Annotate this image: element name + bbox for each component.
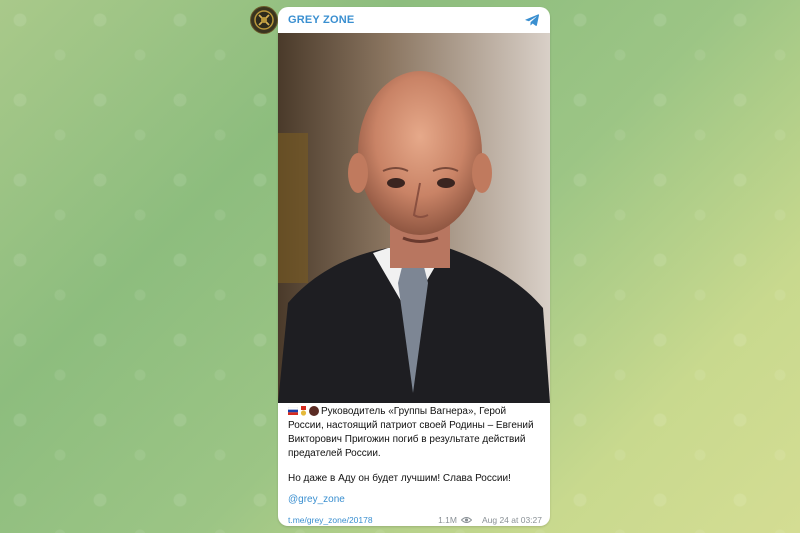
medal-icon: [300, 406, 307, 416]
post-footer: t.me/grey_zone/20178 1.1M Aug 24 at 03:2…: [288, 514, 542, 526]
view-count: 1.1M: [438, 515, 457, 525]
eye-icon: [460, 517, 472, 523]
wagner-badge-icon: [254, 10, 274, 30]
wagner-emblem-icon: [309, 406, 319, 417]
post-paragraph-2: Но даже в Аду он будет лучшим! Слава Рос…: [288, 473, 511, 484]
post-text: Руководитель «Группы Вагнера», Герой Рос…: [288, 405, 544, 486]
post-text-line1: Руководитель «Группы Вагнера», Герой Рос…: [288, 406, 534, 459]
channel-name[interactable]: GREY ZONE: [288, 14, 354, 26]
telegram-icon[interactable]: [524, 12, 540, 28]
mention-link[interactable]: @grey_zone: [288, 494, 345, 505]
post-link[interactable]: t.me/grey_zone/20178: [288, 515, 373, 525]
post-timestamp: Aug 24 at 03:27: [481, 515, 542, 525]
russia-flag-icon: [288, 407, 298, 416]
post-card: GREY ZONE Руководитель «Группы Вагнера»,…: [278, 7, 550, 526]
post-paragraph-1: Руководитель «Группы Вагнера», Герой Рос…: [288, 405, 544, 461]
post-header: GREY ZONE: [278, 7, 550, 33]
channel-avatar[interactable]: [250, 6, 278, 34]
post-photo[interactable]: [278, 33, 550, 403]
portrait-image: [278, 33, 550, 403]
post-meta: 1.1M Aug 24 at 03:27: [438, 515, 542, 525]
